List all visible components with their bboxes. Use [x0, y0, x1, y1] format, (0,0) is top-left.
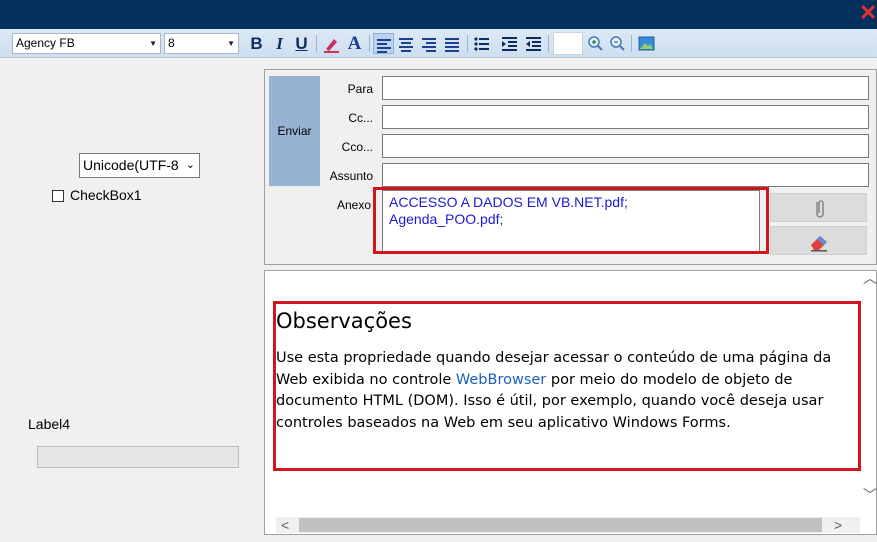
- highlight-button[interactable]: [321, 33, 342, 54]
- zoom-input[interactable]: [553, 32, 583, 55]
- toolbar-separator: [316, 35, 317, 52]
- attachment-highlight-box: [373, 187, 769, 254]
- scroll-right-arrow-icon[interactable]: >: [834, 517, 842, 533]
- zoom-out-button[interactable]: [607, 33, 628, 54]
- toolbar-separator: [369, 35, 370, 52]
- chevron-down-icon: ▼: [227, 39, 235, 48]
- toolbar-separator: [548, 35, 549, 52]
- close-icon[interactable]: ✕: [859, 2, 877, 24]
- toolbar-separator: [467, 35, 468, 52]
- horizontal-scroll-thumb[interactable]: [299, 518, 822, 532]
- align-center-button[interactable]: [396, 33, 417, 54]
- attachment-label: Anexo: [336, 198, 371, 212]
- align-left-button[interactable]: [373, 33, 394, 54]
- send-button[interactable]: Enviar: [269, 76, 320, 186]
- encoding-select[interactable]: Unicode(UTF-8 ⌄: [79, 153, 200, 178]
- font-size-value: 8: [168, 36, 175, 50]
- scroll-down-arrow-icon[interactable]: ﹀: [863, 487, 877, 503]
- insert-image-button[interactable]: [636, 33, 657, 54]
- eraser-icon: [811, 236, 827, 252]
- zoom-in-icon: [588, 36, 603, 51]
- to-label: Para: [347, 82, 373, 96]
- label4: Label4: [28, 416, 71, 432]
- clear-attachments-button[interactable]: [770, 226, 867, 255]
- indent-icon: [502, 37, 517, 51]
- toolbar-separator: [631, 35, 632, 52]
- bcc-field[interactable]: [382, 134, 869, 158]
- formatting-toolbar: Agency FB ▼ 8 ▼ B I U A: [0, 29, 877, 58]
- font-size-select[interactable]: 8 ▼: [164, 33, 239, 54]
- checkbox1-label[interactable]: CheckBox1: [70, 187, 142, 203]
- font-color-button[interactable]: A: [344, 33, 365, 54]
- subject-label: Assunto: [329, 169, 373, 183]
- paperclip-icon: [816, 200, 824, 218]
- justify-button[interactable]: [442, 33, 463, 54]
- title-bar: ✕: [0, 0, 877, 29]
- progress-bar: [37, 446, 239, 468]
- to-field[interactable]: [382, 76, 869, 100]
- align-right-button[interactable]: [419, 33, 440, 54]
- attach-file-button[interactable]: [770, 193, 867, 222]
- chevron-down-icon: ▼: [149, 39, 157, 48]
- scroll-left-arrow-icon[interactable]: <: [281, 517, 289, 533]
- cc-field[interactable]: [382, 105, 869, 129]
- encoding-value: Unicode(UTF-8: [83, 157, 179, 173]
- underline-button[interactable]: U: [291, 33, 312, 54]
- checkbox1[interactable]: [52, 190, 64, 202]
- bullet-list-button[interactable]: [471, 33, 492, 54]
- bold-button[interactable]: B: [246, 33, 267, 54]
- image-icon: [638, 36, 655, 51]
- outdent-icon: [526, 37, 541, 51]
- italic-button[interactable]: I: [269, 33, 290, 54]
- highlighter-icon: [324, 39, 339, 53]
- outdent-button[interactable]: [523, 33, 544, 54]
- chevron-down-icon: ⌄: [185, 159, 195, 171]
- observations-highlight-box: [273, 301, 861, 471]
- subject-field[interactable]: [382, 163, 869, 187]
- zoom-out-icon: [610, 36, 625, 51]
- indent-button[interactable]: [499, 33, 520, 54]
- bcc-label: Cco...: [341, 140, 373, 154]
- scroll-up-arrow-icon[interactable]: ︿: [863, 270, 877, 286]
- bullet-list-icon: [474, 37, 489, 51]
- cc-label: Cc...: [348, 111, 373, 125]
- font-name-select[interactable]: Agency FB ▼: [12, 33, 161, 54]
- font-name-value: Agency FB: [16, 36, 75, 50]
- zoom-in-button[interactable]: [585, 33, 606, 54]
